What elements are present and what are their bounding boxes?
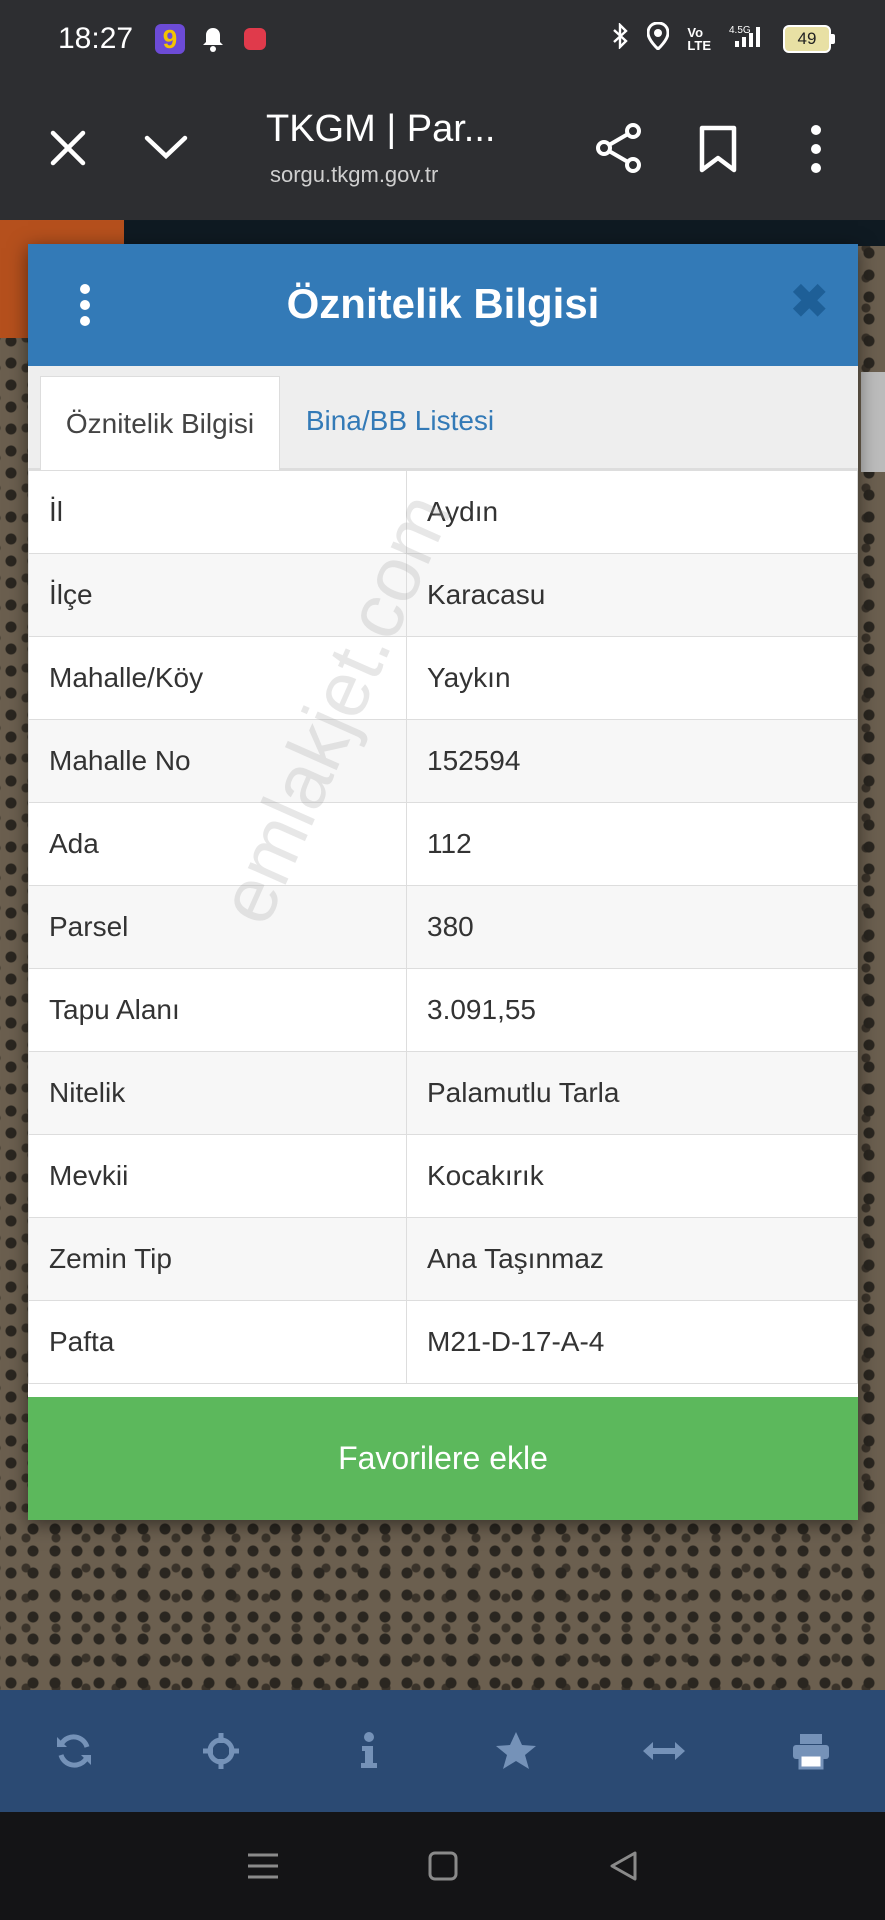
more-vert-icon[interactable] xyxy=(810,124,822,179)
share-icon[interactable] xyxy=(594,122,644,179)
bell-icon xyxy=(202,26,224,57)
bluetooth-icon xyxy=(611,22,629,55)
back-nav-icon[interactable] xyxy=(603,1846,643,1886)
signal-icon: 4.5G xyxy=(729,23,765,55)
dialog-tabs: Öznitelik Bilgisi Bina/BB Listesi xyxy=(28,366,858,470)
location-icon xyxy=(646,21,670,56)
attribute-value: M21-D-17-A-4 xyxy=(406,1300,858,1384)
attribute-value: 112 xyxy=(406,802,858,886)
refresh-icon[interactable] xyxy=(44,1721,104,1781)
status-icons: Vo LTE 4.5G 49 xyxy=(611,21,835,56)
attribute-value: Palamutlu Tarla xyxy=(406,1051,858,1135)
app-notification-icon: 9 xyxy=(155,24,185,54)
attribute-key: Tapu Alanı xyxy=(28,968,407,1052)
chevron-down-icon[interactable] xyxy=(142,132,190,167)
scrollbar[interactable] xyxy=(861,372,885,472)
table-row: Zemin Tip Ana Taşınmaz xyxy=(28,1217,858,1301)
close-tab-icon[interactable] xyxy=(48,128,88,173)
attribute-key: Mevkii xyxy=(28,1134,407,1218)
table-row: Pafta M21-D-17-A-4 xyxy=(28,1300,858,1384)
map-toolbar xyxy=(0,1690,885,1812)
system-nav-bar xyxy=(0,1812,885,1920)
volte-icon: Vo LTE xyxy=(687,25,711,53)
page-url[interactable]: sorgu.tkgm.gov.tr xyxy=(270,162,438,188)
attribute-key: Pafta xyxy=(28,1300,407,1384)
dialog-title: Öznitelik Bilgisi xyxy=(286,280,600,327)
attribute-value: 380 xyxy=(406,885,858,969)
star-icon[interactable] xyxy=(486,1721,546,1781)
attribute-value: 152594 xyxy=(406,719,858,803)
home-nav-icon[interactable] xyxy=(423,1846,463,1886)
status-bar: 18:27 9 Vo LTE 4.5G 49 xyxy=(0,0,885,80)
table-row: Ada 112 xyxy=(28,802,858,886)
menu-nav-icon[interactable] xyxy=(243,1846,283,1886)
measure-icon[interactable] xyxy=(634,1721,694,1781)
attribute-key: İl xyxy=(28,470,407,554)
table-row: Mevkii Kocakırık xyxy=(28,1134,858,1218)
attribute-key: Nitelik xyxy=(28,1051,407,1135)
attribute-value: Kocakırık xyxy=(406,1134,858,1218)
tab-oznitelik-bilgisi[interactable]: Öznitelik Bilgisi xyxy=(40,376,280,470)
app-notification-icon-2 xyxy=(244,28,266,50)
attribute-key: Zemin Tip xyxy=(28,1217,407,1301)
table-row: Parsel 380 xyxy=(28,885,858,969)
map-top-strip xyxy=(124,220,885,246)
svg-text:4.5G: 4.5G xyxy=(729,25,751,36)
attribute-value: Ana Taşınmaz xyxy=(406,1217,858,1301)
attribute-value: Aydın xyxy=(406,470,858,554)
attribute-value: Karacasu xyxy=(406,553,858,637)
attribute-value: 3.091,55 xyxy=(406,968,858,1052)
print-icon[interactable] xyxy=(781,1721,841,1781)
table-row: Tapu Alanı 3.091,55 xyxy=(28,968,858,1052)
status-time: 18:27 xyxy=(58,22,134,55)
tab-bina-bb-listesi[interactable]: Bina/BB Listesi xyxy=(280,376,520,466)
dialog-header: Öznitelik Bilgisi ✖ xyxy=(28,244,858,366)
table-row: Nitelik Palamutlu Tarla xyxy=(28,1051,858,1135)
add-to-favorites-button[interactable]: Favorilere ekle xyxy=(28,1397,858,1520)
dialog-close-icon[interactable]: ✖ xyxy=(790,278,829,324)
battery-icon: 49 xyxy=(783,25,835,53)
dialog-menu-icon[interactable] xyxy=(80,284,92,332)
attribute-table: İl Aydın İlçe Karacasu Mahalle/Köy Yaykın Maha… xyxy=(28,470,858,1384)
table-row: Mahalle No 152594 xyxy=(28,719,858,803)
page-title: TKGM | Par... xyxy=(266,108,496,150)
table-row: Mahalle/Köy Yaykın xyxy=(28,636,858,720)
info-icon[interactable] xyxy=(339,1721,399,1781)
attribute-dialog: Öznitelik Bilgisi ✖ Öznitelik Bilgisi Bi… xyxy=(28,244,858,1520)
locate-icon[interactable] xyxy=(191,1721,251,1781)
attribute-value: Yaykın xyxy=(406,636,858,720)
bookmark-icon[interactable] xyxy=(698,124,738,179)
